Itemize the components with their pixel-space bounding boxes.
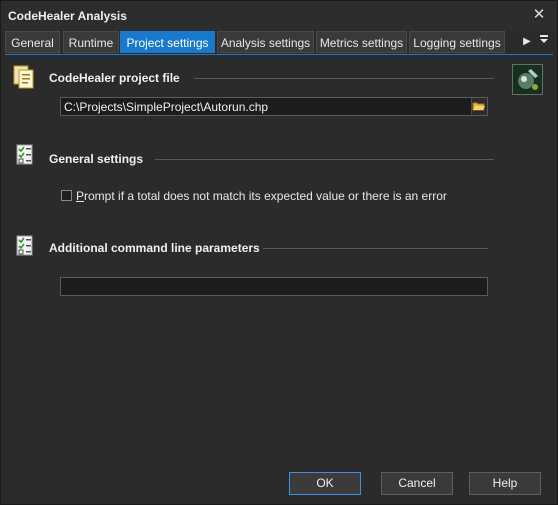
additional-params-heading: Additional command line parameters (49, 241, 260, 255)
tab-strip: General Runtime Project settings Analysi… (5, 31, 557, 55)
codehealer-logo-icon (512, 64, 543, 95)
tab-metrics-settings[interactable]: Metrics settings (316, 31, 407, 53)
dialog-window: CodeHealer Analysis ✕ General Runtime Pr… (0, 0, 558, 505)
prompt-checkbox-label[interactable]: Prompt if a total does not match its exp… (76, 189, 447, 203)
window-title: CodeHealer Analysis (8, 9, 127, 23)
folder-open-icon[interactable] (471, 98, 487, 115)
project-file-heading: CodeHealer project file (49, 71, 180, 85)
tab-list-icon[interactable] (537, 31, 551, 53)
section-divider (194, 78, 494, 79)
tab-project-settings[interactable]: Project settings (120, 31, 215, 53)
project-file-path-input[interactable] (60, 97, 488, 116)
prompt-checkbox[interactable] (61, 190, 72, 201)
tab-general[interactable]: General (5, 31, 60, 53)
help-button[interactable]: Help (469, 472, 541, 495)
prompt-access-key: P (76, 189, 85, 203)
close-icon[interactable]: ✕ (531, 7, 547, 23)
section-divider (155, 159, 494, 160)
project-file-icon (13, 65, 34, 89)
general-settings-heading: General settings (49, 152, 144, 166)
section-divider (263, 248, 488, 249)
checklist-icon (16, 235, 36, 257)
additional-params-input[interactable] (60, 277, 488, 296)
chevron-right-icon[interactable]: ▶ (521, 31, 533, 53)
tab-runtime[interactable]: Runtime (63, 31, 119, 53)
ok-button[interactable]: OK (289, 472, 361, 495)
tab-analysis-settings[interactable]: Analysis settings (217, 31, 314, 53)
tab-logging-settings[interactable]: Logging settings (409, 31, 505, 53)
cancel-button[interactable]: Cancel (381, 472, 453, 495)
checklist-icon (16, 144, 36, 166)
title-bar[interactable]: CodeHealer Analysis ✕ (1, 1, 557, 31)
tab-underline (5, 54, 553, 55)
prompt-label-text: rompt if a total does not match its expe… (84, 189, 447, 203)
